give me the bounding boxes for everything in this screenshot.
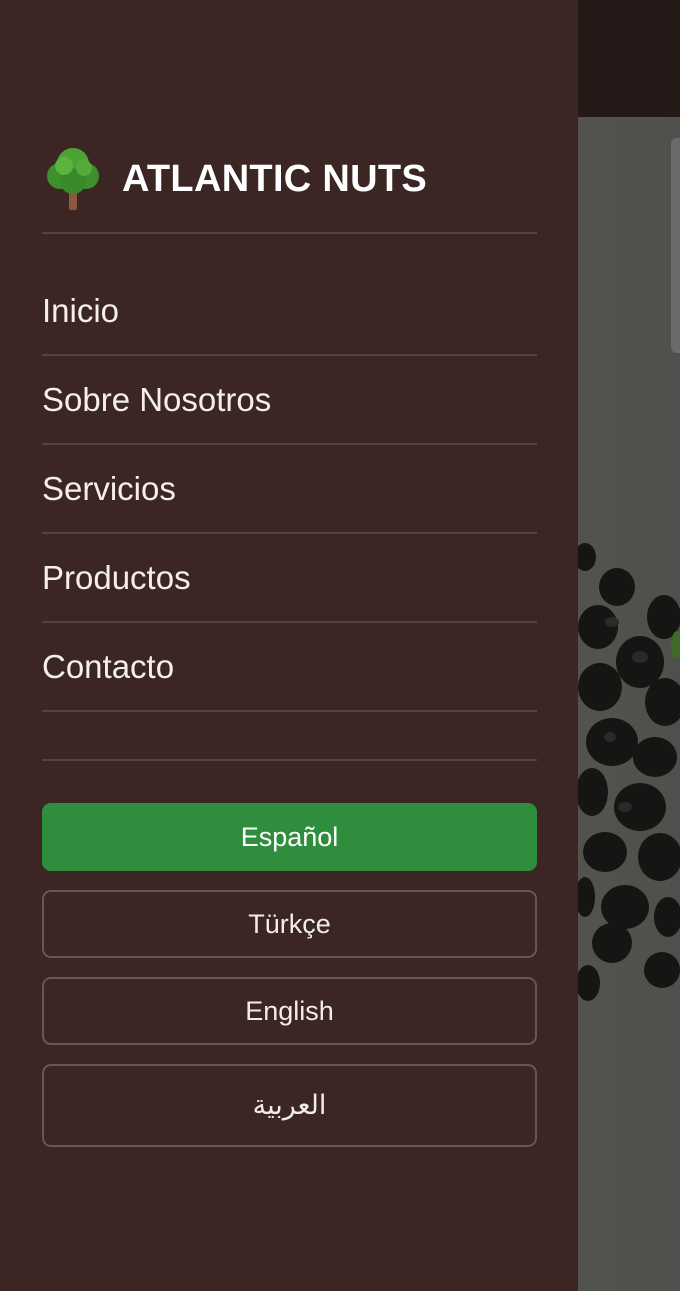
nav-item-contacto[interactable]: Contacto [42, 623, 537, 712]
nav-item-productos[interactable]: Productos [42, 534, 537, 623]
divider [42, 759, 537, 761]
language-button-arabic[interactable]: العربية [42, 1064, 537, 1147]
language-button-english[interactable]: English [42, 977, 537, 1045]
page: ATLANTIC NUTS Inicio Sobre Nosotros Serv… [0, 0, 680, 1291]
nav-item-servicios[interactable]: Servicios [42, 445, 537, 534]
brand-logo[interactable]: ATLANTIC NUTS [42, 140, 427, 218]
language-button-turkce[interactable]: Türkçe [42, 890, 537, 958]
divider [42, 232, 537, 234]
navigation-drawer: ATLANTIC NUTS Inicio Sobre Nosotros Serv… [0, 0, 578, 1291]
tree-icon [47, 148, 99, 210]
nav-item-sobre-nosotros[interactable]: Sobre Nosotros [42, 356, 537, 445]
brand-name: ATLANTIC NUTS [122, 157, 428, 200]
language-button-espanol[interactable]: Español [42, 803, 537, 871]
nav-menu: Inicio Sobre Nosotros Servicios Producto… [42, 267, 537, 712]
nav-item-inicio[interactable]: Inicio [42, 267, 537, 356]
